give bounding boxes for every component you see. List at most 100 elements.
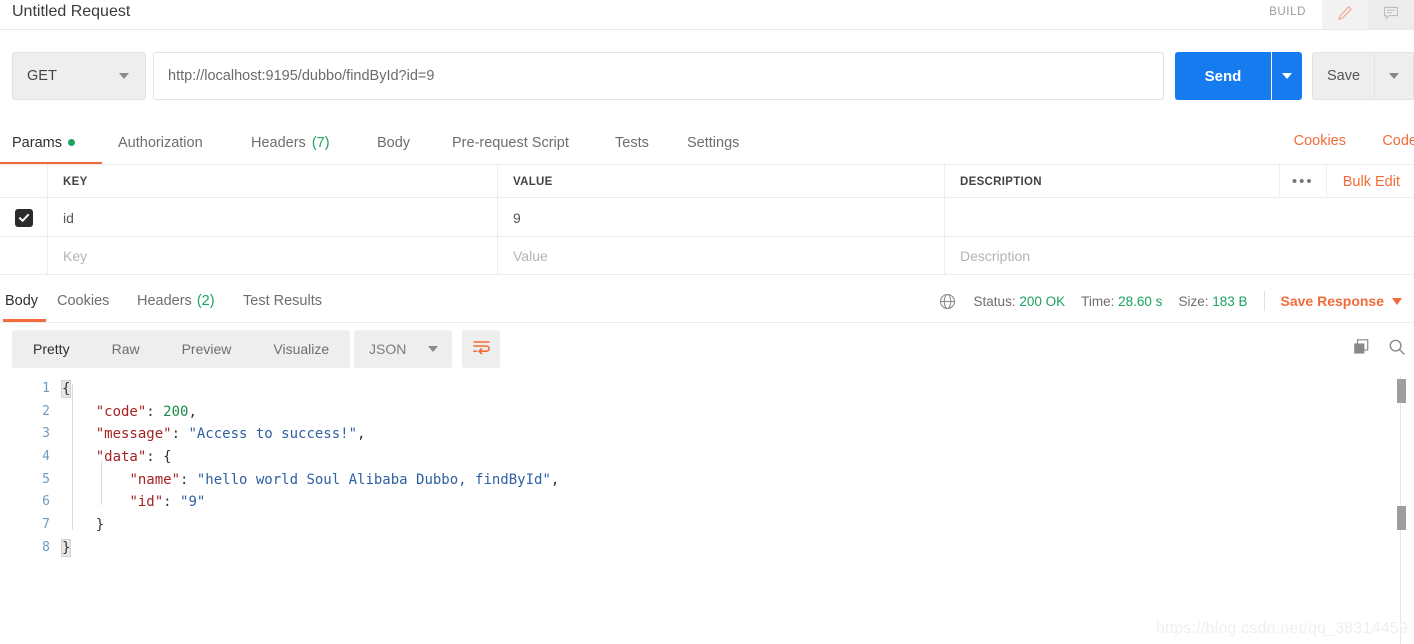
more-options-button[interactable]: ••• — [1278, 165, 1327, 198]
empty-row-key-input[interactable]: Key — [48, 237, 498, 275]
code-line: } — [62, 514, 1382, 537]
value-placeholder: Value — [513, 248, 548, 264]
edit-button[interactable] — [1322, 0, 1368, 30]
view-mode-group: Pretty Raw Preview Visualize — [12, 330, 351, 368]
code-token: : — [171, 426, 189, 443]
table-row[interactable]: id 9 — [0, 198, 1414, 237]
tab-label: Tests — [615, 134, 649, 151]
response-tab-headers[interactable]: Headers (2) — [137, 279, 215, 323]
view-mode-raw[interactable]: Raw — [91, 330, 161, 368]
header-check-cell — [0, 165, 48, 198]
code-lines[interactable]: { "code": 200, "message": "Access to suc… — [60, 378, 1382, 560]
code-link[interactable]: Code — [1382, 133, 1414, 149]
code-token: : — [163, 494, 181, 511]
tab-body[interactable]: Body — [377, 120, 410, 165]
code-line: "id": "9" — [62, 491, 1382, 514]
code-token: : { — [146, 449, 172, 466]
tab-label: Settings — [687, 134, 740, 151]
response-body-editor[interactable]: 1 2 3 4 5 6 7 8 { "code": 200, "message"… — [0, 378, 1414, 644]
row-description-cell[interactable] — [945, 198, 1414, 237]
row-checkbox-cell[interactable] — [0, 198, 48, 237]
column-header-description: DESCRIPTION — [960, 175, 1042, 188]
code-token: 200 — [163, 403, 189, 420]
chevron-down-icon — [119, 73, 129, 79]
scrollbar-thumb-secondary[interactable] — [1397, 506, 1406, 530]
send-options-button[interactable] — [1272, 52, 1302, 100]
format-label: JSON — [369, 341, 407, 357]
code-line: "data": { — [62, 446, 1382, 469]
title-bar: Untitled Request BUILD — [0, 0, 1414, 30]
globe-icon — [939, 293, 956, 310]
response-bar: Body Cookies Headers (2) Test Results St… — [0, 279, 1414, 323]
row-value-cell[interactable]: 9 — [498, 198, 945, 237]
code-line: } — [60, 537, 1382, 560]
line-number-gutter: 1 2 3 4 5 6 7 8 — [0, 378, 62, 644]
tab-authorization[interactable]: Authorization — [118, 120, 203, 165]
code-token: : — [146, 403, 164, 420]
tab-label: Test Results — [243, 293, 322, 309]
size-label: Size: — [1178, 293, 1209, 309]
empty-row-value-input[interactable]: Value — [498, 237, 945, 275]
header-value-cell: VALUE — [498, 165, 945, 198]
tab-tests[interactable]: Tests — [615, 120, 649, 165]
word-wrap-button[interactable] — [462, 330, 500, 368]
comment-button[interactable] — [1368, 0, 1414, 30]
save-button[interactable]: Save — [1312, 52, 1374, 100]
url-input[interactable]: http://localhost:9195/dubbo/findById?id=… — [153, 52, 1164, 100]
comment-icon — [1383, 5, 1399, 26]
tab-headers[interactable]: Headers (7) — [251, 120, 330, 165]
table-row-empty[interactable]: Key Value Description — [0, 237, 1414, 275]
tab-params[interactable]: Params — [12, 120, 75, 165]
table-header-row: KEY VALUE DESCRIPTION — [0, 165, 1414, 198]
line-number: 3 — [42, 426, 50, 442]
scrollbar-thumb[interactable] — [1397, 379, 1406, 403]
status-label: Status: — [973, 293, 1016, 309]
line-number: 7 — [42, 517, 50, 533]
page-title: Untitled Request — [12, 3, 131, 20]
response-tab-cookies[interactable]: Cookies — [57, 279, 109, 323]
view-mode-preview[interactable]: Preview — [161, 330, 253, 368]
format-select[interactable]: JSON — [354, 330, 452, 368]
view-mode-visualize[interactable]: Visualize — [252, 330, 350, 368]
search-button[interactable] — [1382, 334, 1412, 364]
empty-row-checkbox-cell[interactable] — [0, 237, 48, 275]
row-enabled-checkbox[interactable] — [14, 208, 33, 227]
row-key-cell[interactable]: id — [48, 198, 498, 237]
response-status-group: Status: 200 OK Time: 28.60 s Size: 183 B… — [939, 279, 1414, 323]
tab-pre-request-script[interactable]: Pre-request Script — [452, 120, 569, 165]
tab-settings[interactable]: Settings — [687, 120, 739, 165]
tab-label: Authorization — [118, 134, 203, 151]
tab-label: Body — [377, 134, 411, 151]
tab-count: (2) — [196, 293, 215, 309]
row-divider — [0, 274, 1414, 275]
empty-row-description-input[interactable]: Description — [945, 237, 1414, 275]
size-badge: Size: 183 B — [1178, 294, 1247, 309]
line-number: 1 — [42, 381, 50, 396]
response-tab-test-results[interactable]: Test Results — [243, 279, 322, 323]
code-token: "message" — [95, 426, 172, 443]
code-token: : — [180, 471, 197, 488]
cookies-link[interactable]: Cookies — [1294, 133, 1346, 149]
bulk-edit-button[interactable]: Bulk Edit — [1327, 174, 1414, 190]
view-mode-pretty[interactable]: Pretty — [12, 330, 91, 368]
save-response-button[interactable]: Save Response — [1281, 293, 1385, 309]
size-value: 183 B — [1212, 293, 1248, 309]
chevron-down-icon — [428, 346, 438, 352]
save-options-button[interactable] — [1374, 52, 1414, 100]
request-tabs: Params Authorization Headers (7) Body Pr… — [0, 120, 1414, 165]
status-badge: Status: 200 OK — [974, 294, 1066, 309]
response-tab-body[interactable]: Body — [5, 279, 38, 323]
chevron-down-icon[interactable] — [1392, 297, 1402, 305]
postman-window: Untitled Request BUILD GET http://localh… — [0, 0, 1414, 644]
tab-label: Body — [5, 293, 39, 309]
code-token: "9" — [180, 494, 206, 511]
method-select[interactable]: GET — [12, 52, 146, 100]
url-text: http://localhost:9195/dubbo/findById?id=… — [168, 68, 435, 84]
code-line: "name": "hello world Soul Alibaba Dubbo,… — [62, 469, 1382, 492]
key-placeholder: Key — [63, 248, 88, 264]
send-button[interactable]: Send — [1175, 52, 1271, 100]
copy-button[interactable] — [1346, 334, 1376, 364]
